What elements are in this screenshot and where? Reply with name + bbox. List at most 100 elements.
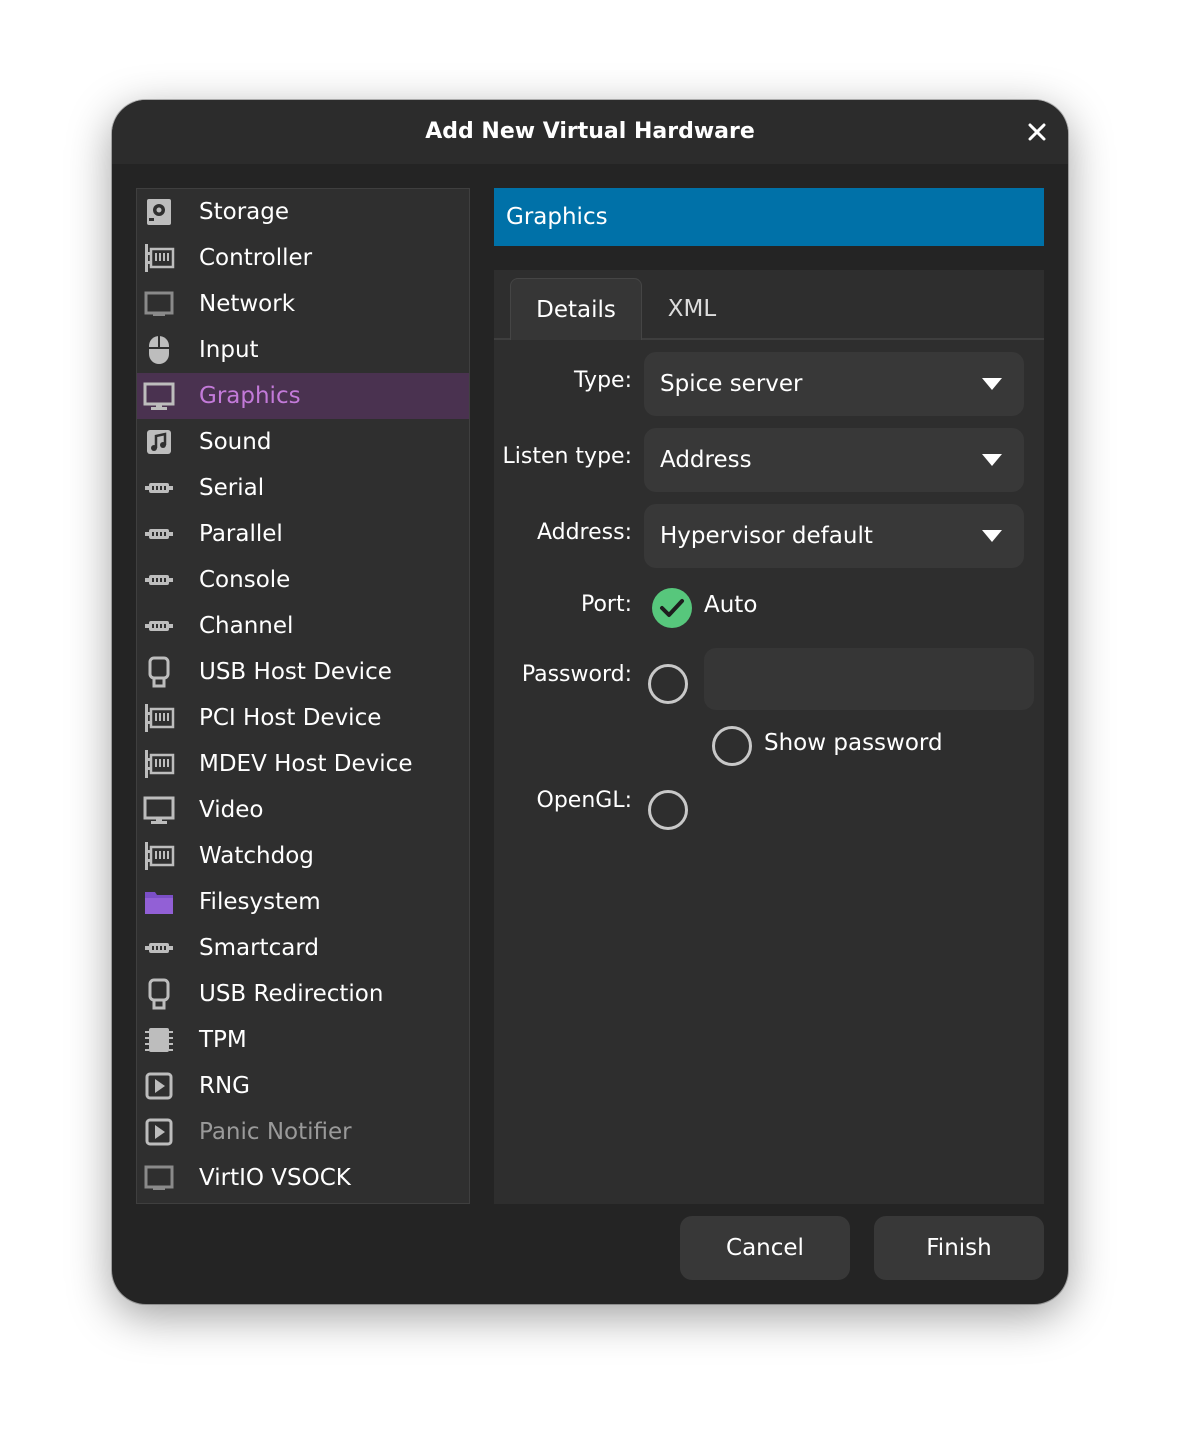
checkmark-icon [660, 599, 684, 617]
sidebar-item-parallel[interactable]: Parallel [137, 511, 469, 557]
sidebar-item-label: Channel [199, 613, 294, 639]
sidebar-item-label: PCI Host Device [199, 705, 382, 731]
sound-icon [147, 430, 171, 454]
sidebar-item-filesystem[interactable]: Filesystem [137, 879, 469, 925]
sidebar-item-storage[interactable]: Storage [137, 189, 469, 235]
sidebar-item-label: Controller [199, 245, 313, 271]
sidebar-item-pci-host-device[interactable]: PCI Host Device [137, 695, 469, 741]
sidebar-item-label: Serial [199, 475, 265, 501]
sidebar-item-label: Network [199, 291, 296, 317]
sidebar-item-network[interactable]: Network [137, 281, 469, 327]
smartcard-port-icon [145, 943, 173, 953]
sidebar-item-tpm[interactable]: TPM [137, 1017, 469, 1063]
title-bar: Add New Virtual Hardware [112, 100, 1068, 164]
finish-button[interactable]: Finish [874, 1216, 1044, 1280]
address-value: Hypervisor default [660, 523, 873, 549]
show-password-checkbox[interactable] [712, 726, 752, 766]
sidebar-item-label: Sound [199, 429, 272, 455]
controller-icon [145, 244, 175, 272]
channel-port-icon [145, 621, 173, 631]
rng-icon [145, 1072, 173, 1100]
show-password-label: Show password [764, 730, 943, 756]
cancel-button[interactable]: Cancel [680, 1216, 850, 1280]
sidebar-item-controller[interactable]: Controller [137, 235, 469, 281]
listen-type-label: Listen type: [502, 444, 633, 469]
type-value: Spice server [660, 371, 803, 397]
add-hardware-dialog: Add New Virtual Hardware Storage Control… [112, 100, 1068, 1304]
password-checkbox[interactable] [648, 664, 688, 704]
close-icon [1028, 123, 1046, 141]
sidebar-item-usb-host-device[interactable]: USB Host Device [137, 649, 469, 695]
sidebar-item-sound[interactable]: Sound [137, 419, 469, 465]
parallel-port-icon [145, 529, 173, 539]
listen-type-value: Address [660, 447, 752, 473]
sidebar-item-smartcard[interactable]: Smartcard [137, 925, 469, 971]
sidebar-item-virtio-vsock[interactable]: VirtIO VSOCK [137, 1155, 469, 1201]
watchdog-card-icon [145, 842, 175, 870]
monitor-icon [143, 382, 175, 410]
panic-notifier-icon [145, 1118, 173, 1146]
sidebar-item-channel[interactable]: Channel [137, 603, 469, 649]
panel-separator [494, 246, 1044, 270]
sidebar-item-label: Watchdog [199, 843, 314, 869]
sidebar-item-label: Storage [199, 199, 289, 225]
close-button[interactable] [1022, 117, 1052, 147]
sidebar-item-label: Parallel [199, 521, 283, 547]
sidebar-item-label: RNG [199, 1073, 251, 1099]
port-auto-label: Auto [704, 592, 758, 618]
sidebar-item-label: Input [199, 337, 259, 363]
usb-redirection-icon [148, 978, 170, 1010]
port-auto-checkbox[interactable] [652, 588, 692, 628]
sidebar-item-label: MDEV Host Device [199, 751, 413, 777]
sidebar-item-graphics[interactable]: Graphics [137, 373, 469, 419]
sidebar-item-label: Filesystem [199, 889, 321, 915]
mdev-card-icon [145, 750, 175, 778]
chevron-down-icon [982, 454, 1002, 466]
panel-header-title: Graphics [506, 204, 608, 230]
opengl-label: OpenGL: [536, 788, 632, 813]
tab-xml[interactable]: XML [652, 278, 732, 340]
sidebar-item-watchdog[interactable]: Watchdog [137, 833, 469, 879]
video-monitor-icon [143, 796, 175, 824]
chevron-down-icon [982, 530, 1002, 542]
address-dropdown[interactable]: Hypervisor default [644, 504, 1024, 568]
sidebar-item-label: Video [199, 797, 264, 823]
sidebar-item-rng[interactable]: RNG [137, 1063, 469, 1109]
serial-port-icon [145, 483, 173, 493]
chevron-down-icon [982, 378, 1002, 390]
sidebar-item-video[interactable]: Video [137, 787, 469, 833]
vsock-icon [144, 1165, 174, 1190]
password-input[interactable] [704, 648, 1034, 710]
opengl-checkbox[interactable] [648, 790, 688, 830]
chip-icon [145, 1028, 173, 1052]
hardware-type-list: Storage Controller Network Input Graphic… [136, 188, 470, 1204]
password-label: Password: [521, 662, 632, 687]
sidebar-item-usb-redirection[interactable]: USB Redirection [137, 971, 469, 1017]
type-label: Type: [574, 368, 632, 393]
sidebar-item-label: TPM [199, 1027, 247, 1053]
sidebar-item-console[interactable]: Console [137, 557, 469, 603]
panel-header: Graphics [494, 188, 1044, 246]
sidebar-item-label: VirtIO VSOCK [199, 1165, 351, 1191]
storage-icon [147, 199, 171, 225]
dialog-title: Add New Virtual Hardware [425, 119, 755, 144]
sidebar-item-label: Graphics [199, 383, 301, 409]
type-dropdown[interactable]: Spice server [644, 352, 1024, 416]
sidebar-item-label: Console [199, 567, 291, 593]
sidebar-item-input[interactable]: Input [137, 327, 469, 373]
sidebar-item-panic-notifier[interactable]: Panic Notifier [137, 1109, 469, 1155]
network-icon [144, 291, 174, 316]
port-label: Port: [580, 592, 632, 617]
sidebar-item-mdev-host-device[interactable]: MDEV Host Device [137, 741, 469, 787]
pci-card-icon [145, 704, 175, 732]
listen-type-dropdown[interactable]: Address [644, 428, 1024, 492]
tab-details[interactable]: Details [510, 278, 642, 340]
usb-icon [148, 656, 170, 688]
sidebar-item-serial[interactable]: Serial [137, 465, 469, 511]
folder-icon [145, 892, 173, 914]
address-label: Address: [536, 520, 632, 545]
sidebar-item-label: Panic Notifier [199, 1119, 352, 1145]
sidebar-item-label: USB Host Device [199, 659, 392, 685]
sidebar-item-label: USB Redirection [199, 981, 384, 1007]
console-port-icon [145, 575, 173, 585]
